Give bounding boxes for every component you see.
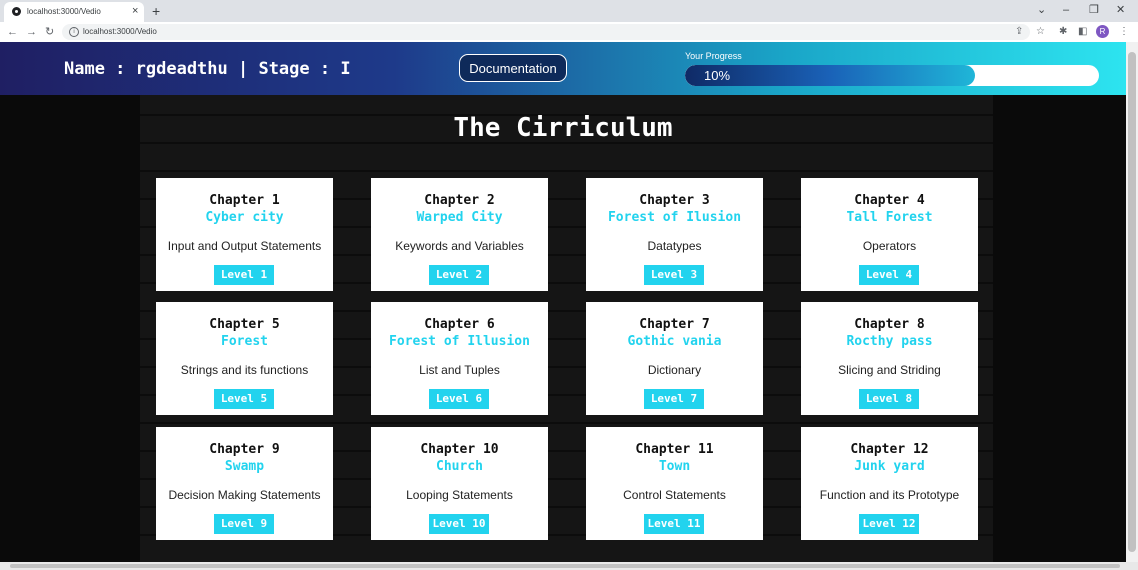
vertical-scrollbar[interactable] — [1126, 42, 1138, 562]
chapter-topic: Looping Statements — [406, 488, 513, 502]
chapter-place-name: Church — [436, 459, 483, 474]
browser-tab-strip: localhost:3000/Vedio × + ⌄ – ❐ ✕ — [0, 0, 1138, 22]
progress-label: Your Progress — [685, 51, 742, 61]
chapter-topic: Input and Output Statements — [167, 239, 322, 253]
chapter-card[interactable]: Chapter 10 Church Looping Statements Level … — [371, 427, 548, 540]
chapter-topic: Strings and its functions — [180, 363, 309, 377]
tab-title: localhost:3000/Vedio — [27, 7, 101, 16]
chapter-topic: Keywords and Variables — [395, 239, 524, 253]
page-viewport: Name : rgdeadthu | Stage : I Documentati… — [0, 42, 1126, 562]
chapter-heading: Chapter 8 — [854, 317, 925, 332]
chapter-card[interactable]: Chapter 5 Forest Strings and its functions… — [156, 302, 333, 415]
share-icon[interactable]: ⇪ — [1015, 25, 1023, 39]
url-input[interactable]: i localhost:3000/Vedio — [62, 24, 1030, 40]
progress-bar: 10% — [685, 65, 1099, 86]
site-info-icon[interactable]: i — [69, 27, 79, 37]
progress-percent: 10% — [704, 68, 731, 83]
chapter-card[interactable]: Chapter 4 Tall Forest Operators Level 4 — [801, 178, 978, 291]
curriculum-title: The Cirriculum — [453, 113, 673, 143]
favicon-icon — [12, 7, 21, 16]
horizontal-scrollbar[interactable] — [0, 562, 1138, 570]
reload-icon[interactable]: ↻ — [45, 24, 54, 40]
chapter-heading: Chapter 3 — [639, 193, 710, 208]
level-button[interactable]: Level 1 — [214, 265, 274, 285]
tab-close-icon[interactable]: × — [132, 5, 138, 17]
chapter-place-name: Warped City — [416, 210, 503, 225]
chapter-place-name: Forest — [221, 334, 268, 349]
level-button[interactable]: Level 5 — [214, 389, 274, 409]
restore-icon[interactable]: ❐ — [1089, 2, 1099, 18]
user-stage-info: Name : rgdeadthu | Stage : I — [64, 59, 351, 79]
horizontal-scrollbar-thumb[interactable] — [10, 564, 1120, 568]
chapter-heading: Chapter 12 — [850, 442, 929, 457]
chapter-topic: List and Tuples — [419, 363, 500, 377]
chapter-place-name: Junk yard — [854, 459, 925, 474]
chapter-place-name: Forest of Illusion — [389, 334, 530, 349]
back-icon[interactable]: ← — [7, 24, 18, 40]
chapter-heading: Chapter 10 — [420, 442, 499, 457]
chapter-place-name: Tall Forest — [846, 210, 933, 225]
profile-avatar[interactable]: R — [1096, 25, 1109, 38]
chapter-heading: Chapter 4 — [854, 193, 925, 208]
chapter-place-name: Gothic vania — [627, 334, 722, 349]
level-button[interactable]: Level 4 — [859, 265, 919, 285]
chapter-card[interactable]: Chapter 7 Gothic vania Dictionary Level 7 — [586, 302, 763, 415]
chapter-place-name: Cyber city — [205, 210, 284, 225]
chapter-heading: Chapter 1 — [209, 193, 280, 208]
bookmark-star-icon[interactable]: ☆ — [1036, 25, 1045, 39]
chapter-heading: Chapter 7 — [639, 317, 710, 332]
chapter-card[interactable]: Chapter 11 Town Control Statements Level 11 — [586, 427, 763, 540]
window-close-icon[interactable]: ✕ — [1116, 2, 1125, 18]
chapter-heading: Chapter 9 — [209, 442, 280, 457]
chapter-topic: Slicing and Striding — [838, 363, 941, 377]
chapter-topic: Decision Making Statements — [168, 488, 321, 502]
browser-tab[interactable]: localhost:3000/Vedio × — [4, 2, 144, 22]
level-button[interactable]: Level 9 — [214, 514, 274, 534]
level-button[interactable]: Level 6 — [429, 389, 489, 409]
level-button[interactable]: Level 10 — [429, 514, 489, 534]
chapter-topic: Control Statements — [623, 488, 726, 502]
side-panel-icon[interactable]: ◧ — [1078, 25, 1087, 39]
chapter-topic: Datatypes — [647, 239, 702, 253]
chapter-topic: Function and its Prototype — [819, 488, 960, 502]
chapter-card[interactable]: Chapter 3 Forest of Ilusion Datatypes Level… — [586, 178, 763, 291]
browser-menu-icon[interactable]: ⋮ — [1119, 25, 1129, 39]
extensions-icon[interactable]: ✱ — [1059, 25, 1067, 39]
chapter-heading: Chapter 11 — [635, 442, 714, 457]
level-button[interactable]: Level 2 — [429, 265, 489, 285]
chapter-place-name: Forest of Ilusion — [607, 210, 742, 225]
level-button[interactable]: Level 3 — [644, 265, 704, 285]
chapter-card[interactable]: Chapter 2 Warped City Keywords and Variabl… — [371, 178, 548, 291]
chapter-topic: Dictionary — [647, 363, 702, 377]
level-button[interactable]: Level 7 — [644, 389, 704, 409]
level-button[interactable]: Level 12 — [859, 514, 919, 534]
chapter-heading: Chapter 5 — [209, 317, 280, 332]
chapter-card[interactable]: Chapter 12 Junk yard Function and its Prot… — [801, 427, 978, 540]
minimize-icon[interactable]: – — [1063, 2, 1069, 18]
chapter-card[interactable]: Chapter 9 Swamp Decision Making Statements… — [156, 427, 333, 540]
chapter-topic: Operators — [862, 239, 917, 253]
chapter-card[interactable]: Chapter 8 Rocthy pass Slicing and Striding… — [801, 302, 978, 415]
level-button[interactable]: Level 11 — [644, 514, 704, 534]
chapter-place-name: Town — [658, 459, 691, 474]
new-tab-button[interactable]: + — [152, 2, 160, 20]
chapter-heading: Chapter 6 — [424, 317, 495, 332]
chapter-heading: Chapter 2 — [424, 193, 495, 208]
chapter-card[interactable]: Chapter 6 Forest of Illusion List and Tupl… — [371, 302, 548, 415]
scrollbar-thumb[interactable] — [1128, 52, 1136, 552]
chapter-place-name: Rocthy pass — [846, 334, 933, 349]
chapter-card[interactable]: Chapter 1 Cyber city Input and Output Stat… — [156, 178, 333, 291]
forward-icon[interactable]: → — [26, 24, 37, 40]
top-header: Name : rgdeadthu | Stage : I Documentati… — [0, 42, 1126, 95]
tab-search-icon[interactable]: ⌄ — [1037, 2, 1046, 18]
url-text: localhost:3000/Vedio — [83, 27, 157, 36]
documentation-button[interactable]: Documentation — [459, 54, 567, 82]
level-button[interactable]: Level 8 — [859, 389, 919, 409]
address-bar: ← → ↻ i localhost:3000/Vedio ⇪ ☆ ✱ ◧ R ⋮ — [0, 22, 1138, 43]
chapter-place-name: Swamp — [224, 459, 265, 474]
